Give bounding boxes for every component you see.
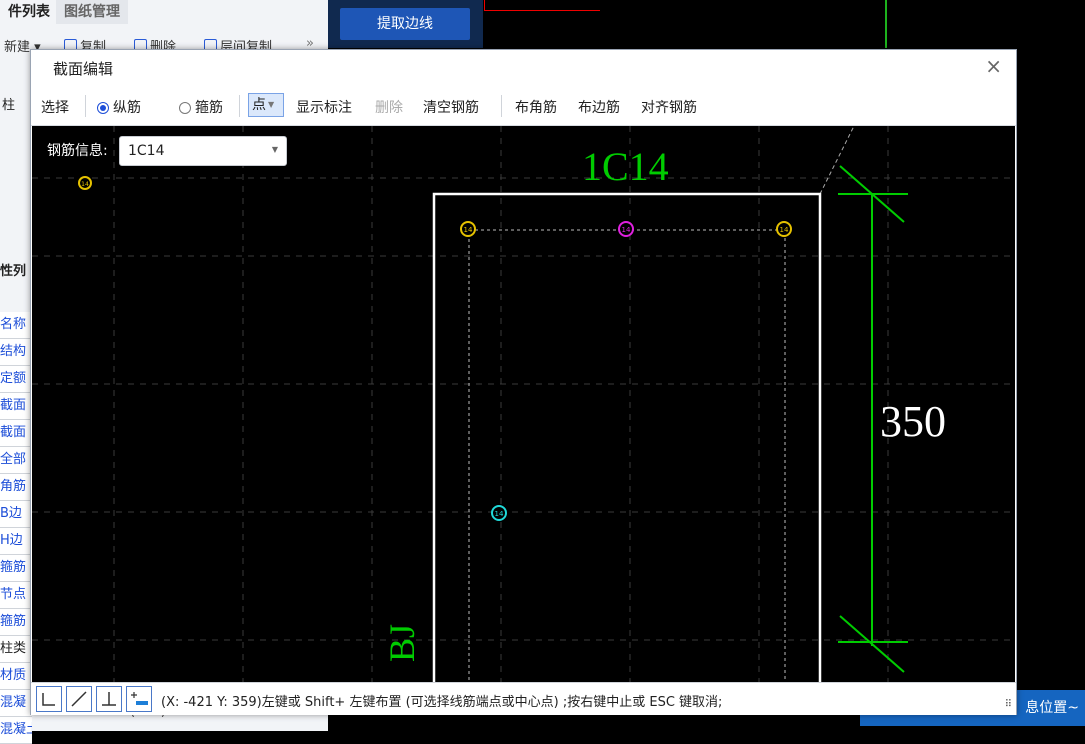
close-icon[interactable]: × <box>985 54 1002 78</box>
tab-component-list[interactable]: 件列表 <box>0 0 58 24</box>
section-drawing: 1C14 350 BJ 14 14 14 14 14 <box>32 126 1015 682</box>
rebar-info-select[interactable]: 1C14 ▼ <box>119 136 287 166</box>
rebar-legend-icon: 14 <box>78 176 92 190</box>
tab-drawing-management[interactable]: 图纸管理 <box>56 0 128 24</box>
toolbar-divider <box>239 95 240 117</box>
rebar-corner-left[interactable]: 14 <box>460 221 476 237</box>
rebar-info-label: 钢筋信息: <box>47 143 108 159</box>
side-label: BJ <box>382 624 422 662</box>
offset-mode-button[interactable] <box>126 686 152 712</box>
toolbar-divider <box>501 95 502 117</box>
perpendicular-icon <box>102 692 116 706</box>
corner-rebar-button[interactable]: 布角筋 <box>515 97 557 117</box>
property-label: 混凝 <box>0 690 32 717</box>
rebar-top-middle[interactable]: 14 <box>618 221 634 237</box>
rebar-corner-right[interactable]: 14 <box>776 221 792 237</box>
property-label: B边 <box>0 501 32 528</box>
chevron-down-icon: ▼ <box>268 100 275 109</box>
diagonal-mode-button[interactable] <box>66 686 92 712</box>
dialog-toolbar: 选择 纵筋 箍筋 点 ▼ 显示标注 删除 清空钢筋 布角筋 布边筋 对齐钢筋 <box>31 85 1016 126</box>
property-label: 箍筋 <box>0 555 32 582</box>
property-list-header: 性列 <box>0 264 27 279</box>
property-label: 柱类 <box>0 636 32 663</box>
radio-checked-icon <box>97 102 109 114</box>
extract-edge-button[interactable]: 提取边线 <box>340 8 470 40</box>
stirrup-radio[interactable]: 箍筋 <box>179 97 223 117</box>
property-label: 角筋 <box>0 474 32 501</box>
radio-unchecked-icon <box>179 102 191 114</box>
cad-red-line <box>484 0 600 11</box>
show-label-button[interactable]: 显示标注 <box>296 97 352 117</box>
property-label: 结构 <box>0 339 32 366</box>
property-list: 名称结构定额截面截面全部角筋B边H边箍筋节点箍筋柱类材质混凝混凝土强度等级 <box>0 312 32 744</box>
property-label: H边 <box>0 528 32 555</box>
perpendicular-mode-button[interactable] <box>96 686 122 712</box>
leader-line <box>819 126 855 195</box>
property-label: 全部 <box>0 447 32 474</box>
svg-text:14: 14 <box>495 510 504 518</box>
property-label: 截面 <box>0 420 32 447</box>
cad-green-line <box>885 0 887 48</box>
property-label: 节点 <box>0 582 32 609</box>
svg-text:14: 14 <box>464 226 473 234</box>
clear-rebar-button[interactable]: 清空钢筋 <box>423 97 479 117</box>
longitudinal-radio[interactable]: 纵筋 <box>97 97 141 117</box>
point-mode-dropdown[interactable]: 点 ▼ <box>248 93 284 117</box>
column-outline <box>432 192 822 682</box>
select-button[interactable]: 选择 <box>41 97 69 117</box>
stirrup-outline <box>468 229 786 682</box>
status-bar: (X: -421 Y: 359)左键或 Shift+ 左键布置 (可选择线筋端点… <box>31 682 1016 715</box>
toolbar-divider <box>85 95 86 117</box>
dimension-value: 350 <box>880 397 946 446</box>
property-label: 定额 <box>0 366 32 393</box>
property-label: 材质 <box>0 663 32 690</box>
section-canvas[interactable]: 1C14 350 BJ 14 14 14 14 14 钢筋信息: 1C14 ▼ <box>32 126 1015 682</box>
delete-rebar-button[interactable]: 删除 <box>375 97 403 117</box>
resize-grip-icon[interactable]: ⠿ <box>1005 699 1012 710</box>
property-label: 箍筋 <box>0 609 32 636</box>
align-rebar-button[interactable]: 对齐钢筋 <box>641 97 697 117</box>
svg-text:14: 14 <box>622 226 631 234</box>
status-message: (X: -421 Y: 359)左键或 Shift+ 左键布置 (可选择线筋端点… <box>161 695 723 710</box>
diagonal-line-icon <box>71 691 87 707</box>
orthogonal-icon <box>42 693 55 706</box>
svg-text:14: 14 <box>780 226 789 234</box>
grid-lines <box>32 126 1015 682</box>
property-label: 名称 <box>0 312 32 339</box>
rebar-info-value: 1C14 <box>128 143 165 159</box>
property-label: 截面 <box>0 393 32 420</box>
top-rebar-label: 1C14 <box>582 144 669 189</box>
chevron-down-icon: ▼ <box>271 145 278 154</box>
tree-column-node[interactable]: 柱 <box>2 94 15 113</box>
edge-rebar-button[interactable]: 布边筋 <box>578 97 620 117</box>
svg-text:14: 14 <box>81 181 89 188</box>
rebar-placement-cursor: 14 <box>491 505 507 521</box>
orthogonal-mode-button[interactable] <box>36 686 62 712</box>
dialog-title: 截面编辑 <box>53 60 114 78</box>
section-edit-dialog: 截面编辑 × 选择 纵筋 箍筋 点 ▼ 显示标注 删除 清空钢筋 布角筋 布边筋 … <box>30 49 1017 715</box>
offset-icon <box>131 692 148 705</box>
